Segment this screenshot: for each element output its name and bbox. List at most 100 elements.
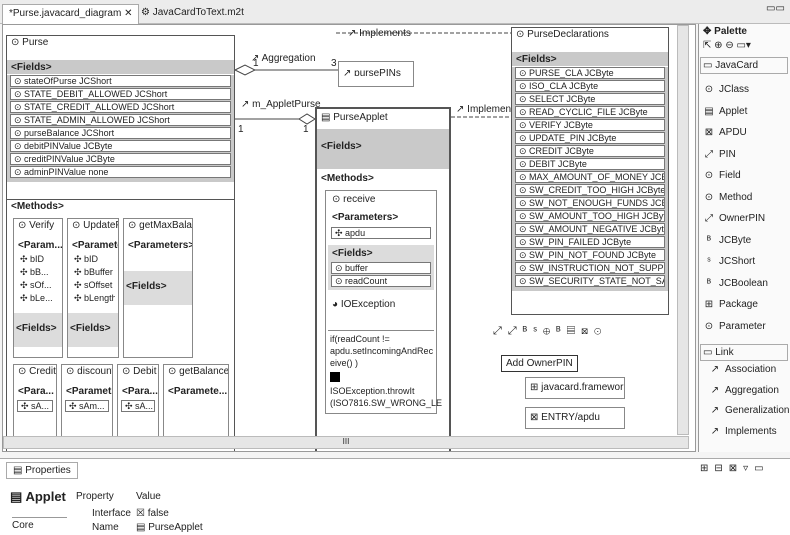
method-box[interactable]: ⊙ Verify <Param... ✣ bID ✣ bB... ✣ sOf... ✣ b… <box>13 218 63 358</box>
purse-applet-class[interactable]: ▤ PurseApplet <Fields> <Methods> ⊙ recei… <box>315 107 451 451</box>
package-icon[interactable]: ⊕ <box>543 325 556 337</box>
palette-item-pin[interactable]: ⤢ PIN <box>703 149 736 160</box>
field-row[interactable]: ⊙ SELECT JCByte <box>515 93 665 105</box>
field-row[interactable]: ⊙ SW_NOT_ENOUGH_FUNDS JCByte <box>515 197 665 209</box>
purse-pins-box[interactable]: ↗ pursePINs <box>338 61 414 87</box>
javacard-drawer[interactable]: ▭ JavaCard <box>700 57 788 74</box>
palette-item-jclass[interactable]: ⊙ JClass <box>703 84 749 95</box>
method-box[interactable]: ⊙ Debit <Para... ✣ sA... <box>117 364 159 439</box>
field-row[interactable]: ⊙ SW_PIN_FAILED JCByte <box>515 236 665 248</box>
field-row[interactable]: ⊙ stateOfPurse JCShort <box>10 75 231 87</box>
vertical-scrollbar[interactable] <box>677 25 689 435</box>
param-row[interactable]: ✣ sOf... <box>17 280 59 292</box>
class-icon[interactable]: ⊙ <box>594 325 607 337</box>
palette-item-jcbyte[interactable]: ᴮ JCByte <box>703 235 751 246</box>
framework-import[interactable]: ⊞ javacard.framework.* <box>525 377 625 399</box>
core-section[interactable]: Core <box>12 517 67 531</box>
properties-tab[interactable]: ▤ Properties <box>6 462 78 479</box>
field-row[interactable]: ⊙ ISO_CLA JCByte <box>515 80 665 92</box>
jcboolean-icon[interactable]: ᴮ <box>556 325 567 337</box>
param-row[interactable]: ✣ bB... <box>17 267 59 279</box>
field-row[interactable]: ⊙ STATE_ADMIN_ALLOWED JCShort <box>10 114 231 126</box>
jcshort-icon: ˢ <box>707 256 711 267</box>
apdu-icon[interactable]: ⊠ <box>581 325 594 337</box>
palette-item-package[interactable]: ⊞ Package <box>703 299 758 310</box>
field-row[interactable]: ⊙ debitPINValue JCByte <box>10 140 231 152</box>
param-apdu[interactable]: ✣ apdu <box>331 227 431 239</box>
purse-declarations-class[interactable]: ⊙ PurseDeclarations <Fields> ⊙ PURSE_CLA… <box>511 27 669 315</box>
window-controls-icon[interactable]: ▭▭ <box>766 3 785 14</box>
param-row[interactable]: ✣ sA... <box>121 400 155 412</box>
field-row[interactable]: ⊙ STATE_DEBIT_ALLOWED JCShort <box>10 88 231 100</box>
entry-apdu[interactable]: ⊠ ENTRY/apdu <box>525 407 625 429</box>
field-row[interactable]: ⊙ PURSE_CLA JCByte <box>515 67 665 79</box>
jcbyte-icon[interactable]: ᴮ <box>523 325 534 337</box>
field-row[interactable]: ⊙ CREDIT JCByte <box>515 145 665 157</box>
param-row[interactable]: ✣ bBuffer <box>71 267 115 279</box>
field-row[interactable]: ⊙ MAX_AMOUNT_OF_MONEY JCByte <box>515 171 665 183</box>
field-row[interactable]: ⊙ purseBalance JCShort <box>10 127 231 139</box>
param-row[interactable]: ✣ bLength <box>71 293 115 305</box>
method-box[interactable]: ⊙ UpdatePIN<Paramete...✣ bID✣ bBuffer✣ s… <box>67 218 119 358</box>
palette-link-association[interactable]: ↗ Association <box>709 364 776 375</box>
applet-icon[interactable]: ▤ <box>567 325 581 337</box>
palette-item-parameter[interactable]: ⊙ Parameter <box>703 321 766 332</box>
param-row[interactable]: ✣ sA... <box>17 400 53 412</box>
quick-palette[interactable]: ⤢⤢ᴮˢ⊕ᴮ▤⊠⊙ <box>493 325 693 343</box>
link-drawer[interactable]: ▭ Link <box>700 344 788 361</box>
field-row[interactable]: ⊙ creditPINValue JCByte <box>10 153 231 165</box>
palette-item-jcshort[interactable]: ˢ JCShort <box>703 256 755 267</box>
param-row[interactable]: ✣ bID <box>71 254 115 266</box>
tab-purse-diagram[interactable]: *Purse.javacard_diagram ✕ <box>2 4 140 24</box>
field-row[interactable]: ⊙ STATE_CREDIT_ALLOWED JCShort <box>10 101 231 113</box>
field-row[interactable]: ⊙ SW_AMOUNT_TOO_HIGH JCByte <box>515 210 665 222</box>
receive-method[interactable]: ⊙ receive <Parameters> ✣ apdu <Fields> ⊙… <box>325 190 442 414</box>
palette-item-applet[interactable]: ▤ Applet <box>703 106 747 117</box>
method-box[interactable]: ⊙ getBalance <Paramete... <box>163 364 229 439</box>
field-icon: ⊙ <box>519 159 530 169</box>
diagram-canvas[interactable]: ↗ Aggregation 1 3 ↗ Implements ↗ Impleme… <box>2 24 696 452</box>
purse-methods[interactable]: <Methods> ⊙ Verify <Param... ✣ bID ✣ bB... ✣… <box>6 199 235 451</box>
jcshort-icon[interactable]: ˢ <box>533 325 543 337</box>
method-box[interactable]: ⊙ Credit <Para... ✣ sA... <box>13 364 57 439</box>
field-row[interactable]: ⊙ SW_CREDIT_TOO_HIGH JCByte <box>515 184 665 196</box>
purse-class[interactable]: ⊙ Purse <Fields> ⊙ stateOfPurse JCShort ⊙… <box>6 35 235 200</box>
field-row[interactable]: ⊙ DEBIT JCByte <box>515 158 665 170</box>
horizontal-scrollbar[interactable]: III <box>3 436 689 449</box>
exception-ioexception[interactable]: ◕ IOException <box>328 298 434 312</box>
palette-item-apdu[interactable]: ⊠ APDU <box>703 127 747 138</box>
param-row[interactable]: ✣ bID <box>17 254 59 266</box>
pin-icon[interactable]: ⤢ <box>493 325 508 337</box>
value-interface[interactable]: ☒ false <box>136 508 169 519</box>
palette-link-aggregation[interactable]: ↗ Aggregation <box>709 385 779 396</box>
palette-item-ownerpin[interactable]: ⤢ OwnerPIN <box>703 213 765 224</box>
field-row[interactable]: ⊙ SW_INSTRUCTION_NOT_SUPPORT... <box>515 262 665 274</box>
field-row[interactable]: ⊙ SW_AMOUNT_NEGATIVE JCByte <box>515 223 665 235</box>
field-row[interactable]: ⊙ UPDATE_PIN JCByte <box>515 132 665 144</box>
tab-javacard-to-text[interactable]: ⚙ JavaCardToText.m2t <box>135 4 250 24</box>
field-row[interactable]: ⊙ adminPINValue none <box>10 166 231 178</box>
value-name[interactable]: ▤ PurseApplet <box>136 522 203 533</box>
field-row[interactable]: ⊙ SW_PIN_NOT_FOUND JCByte <box>515 249 665 261</box>
field-row[interactable]: ⊙ READ_CYCLIC_FILE JCByte <box>515 106 665 118</box>
param-row[interactable]: ✣ sAm... <box>65 400 109 412</box>
param-row[interactable]: ✣ sOffset <box>71 280 115 292</box>
method-box[interactable]: ⊙ discount <Paramet... ✣ sAm... <box>61 364 113 439</box>
view-toolbar-icon[interactable]: ⊞⊟⊠▿▭ <box>700 463 770 474</box>
method-box[interactable]: ⊙ getMaxBalance <Parameters> <Fields> <box>123 218 193 358</box>
field-icon: ⊙ <box>14 76 25 86</box>
field-readcount[interactable]: ⊙ readCount <box>331 275 431 287</box>
palette-item-method[interactable]: ⊙ Method <box>703 192 753 203</box>
ownerpin-icon[interactable]: ⤢ <box>508 325 523 337</box>
close-icon[interactable]: ✕ <box>124 8 132 19</box>
field-row[interactable]: ⊙ VERIFY JCByte <box>515 119 665 131</box>
palette-tools[interactable]: ⇱ ⊕ ⊖ ▭▾ <box>703 40 751 51</box>
palette-link-implements[interactable]: ↗ Implements <box>709 426 777 437</box>
field-buffer[interactable]: ⊙ buffer <box>331 262 431 274</box>
param-row[interactable]: ✣ bLe... <box>17 293 59 305</box>
palette-link-generalization[interactable]: ↗ Generalization <box>709 405 790 416</box>
field-row[interactable]: ⊙ SW_SECURITY_STATE_NOT_SATISF... <box>515 275 665 287</box>
palette-item-field[interactable]: ⊙ Field <box>703 170 741 181</box>
palette-item-jcboolean[interactable]: ᴮ JCBoolean <box>703 278 768 289</box>
method-name: ⊙ UpdatePIN <box>68 219 118 233</box>
